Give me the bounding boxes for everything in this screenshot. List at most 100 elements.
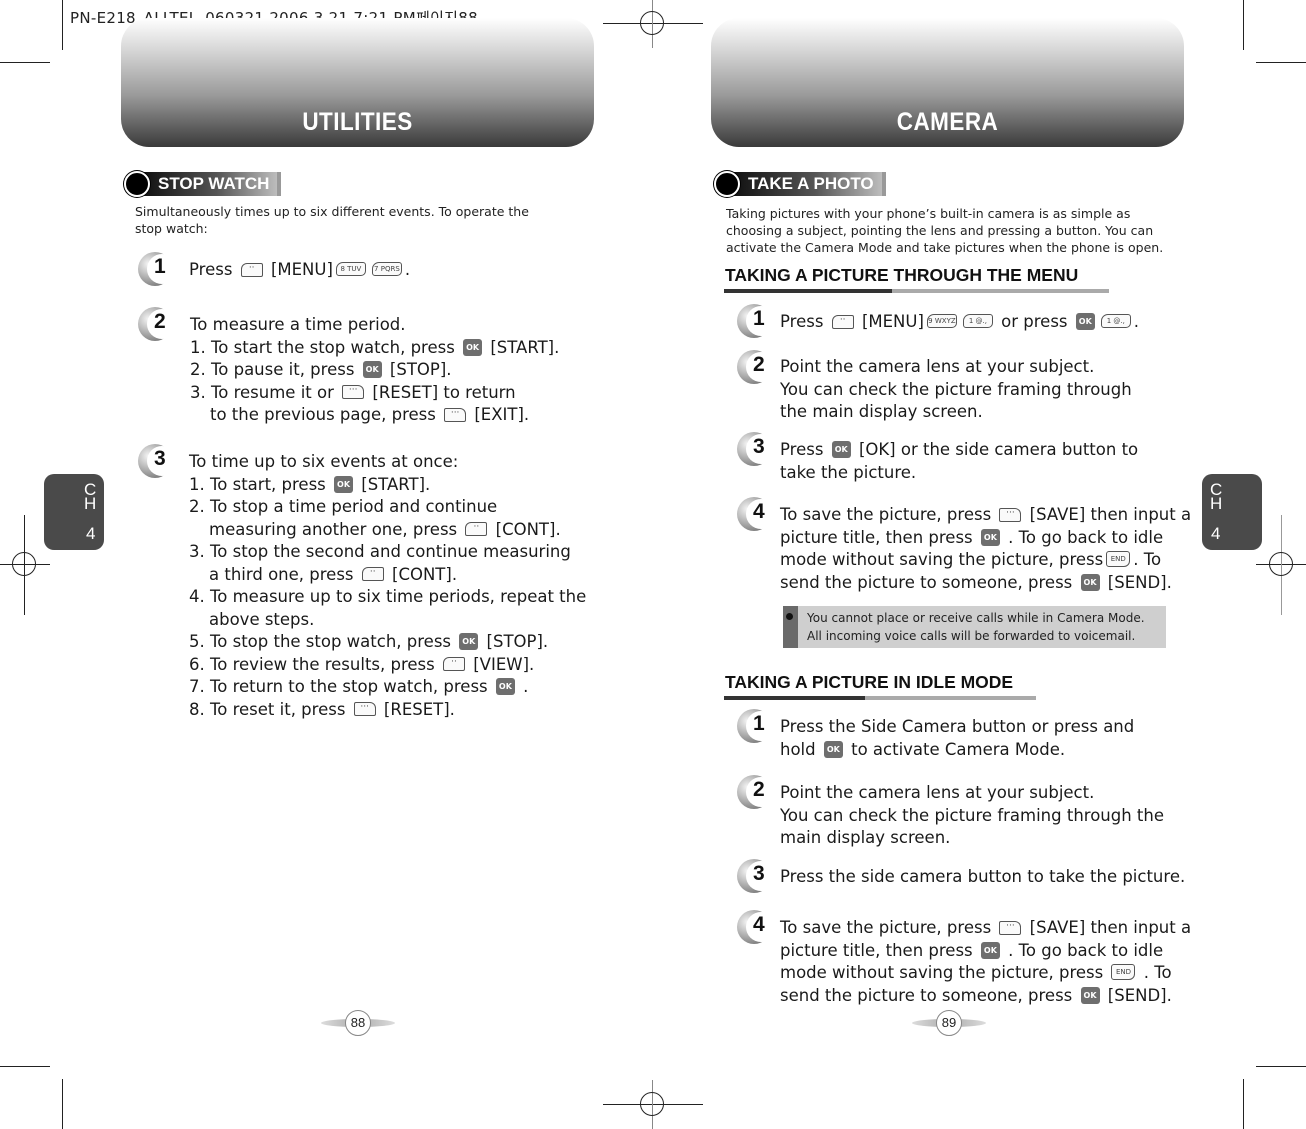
- bullet-dot-icon: [124, 171, 150, 197]
- menu-step-2-text: Point the camera lens at your subject. Y…: [780, 356, 1132, 424]
- chapter-letter-h: H: [84, 494, 97, 513]
- end-key-icon: END: [1106, 550, 1131, 567]
- key-7-icon: 7 PQRS: [371, 261, 402, 276]
- crop-mark: [1243, 0, 1244, 50]
- soft-right-key-icon: ···: [999, 920, 1022, 935]
- ok-key-icon: OK: [1080, 573, 1100, 591]
- chapter-number: 4: [86, 524, 96, 543]
- menu-step-1-text: Press ·· [MENU] 9 WXYZ 1 @., or press OK 1 …: [780, 311, 1139, 334]
- soft-right-key-icon: ···: [444, 407, 467, 422]
- line-text: To save the picture, press: [780, 918, 992, 937]
- line-text: [CONT].: [392, 564, 458, 584]
- step-line: Point the camera lens at your subject.: [780, 357, 1095, 376]
- crop-mark: [1256, 1066, 1306, 1067]
- intro-line: Taking pictures with your phone’s built-…: [726, 206, 1131, 221]
- ok-key-icon: OK: [334, 475, 354, 493]
- ok-key-icon: OK: [831, 441, 851, 458]
- line-text: [CONT].: [495, 519, 561, 539]
- step-line: 8. To reset it, press ··· [RESET].: [189, 699, 586, 722]
- crop-mark: [62, 1079, 63, 1129]
- line-text: [SAVE] then input a: [1029, 918, 1192, 937]
- step-line: You can check the picture framing throug…: [780, 805, 1165, 825]
- line-text: picture title, then press: [780, 940, 973, 960]
- line-text: mode without saving the picture, press: [780, 550, 1104, 569]
- chapter-number: 4: [1211, 524, 1221, 543]
- idle-step-2-text: Point the camera lens at your subject. Y…: [780, 782, 1164, 850]
- step-line: To save the picture, press ··· [SAVE] th…: [780, 504, 1191, 527]
- crop-mark: [1256, 62, 1306, 63]
- step-line: hold OK to activate Camera Mode.: [780, 739, 1134, 762]
- step-number: 2: [154, 310, 166, 333]
- step-line: 7. To return to the stop watch, press OK…: [189, 676, 586, 699]
- note-line: All incoming voice calls will be forward…: [807, 629, 1136, 643]
- section-title-pill: TAKE A PHOTO: [714, 171, 886, 197]
- line-text: or press: [1001, 312, 1068, 331]
- line-text: [STOP].: [486, 632, 549, 651]
- step-number-badge: 3: [737, 432, 777, 472]
- pill-end-cap: [881, 172, 886, 196]
- page-number: 89: [936, 1010, 962, 1036]
- step-number: 2: [753, 778, 765, 801]
- note-line: You cannot place or receive calls while …: [807, 611, 1145, 625]
- chapter-letter-h: H: [1210, 494, 1223, 513]
- subheading-underline: [724, 696, 1036, 700]
- step-line: Point the camera lens at your subject.: [780, 783, 1095, 802]
- key-1-icon: 1 @.,: [1100, 313, 1131, 328]
- line-text: .: [1133, 312, 1140, 331]
- step-line: 4. To measure up to six time periods, re…: [189, 587, 587, 606]
- line-text: send the picture to someone, press: [780, 985, 1073, 1005]
- idle-step-1-text: Press the Side Camera button or press an…: [780, 716, 1134, 761]
- ok-key-icon: OK: [980, 941, 1000, 959]
- section-title: TAKE A PHOTO: [734, 172, 882, 196]
- line-text: [START].: [361, 474, 431, 494]
- step-line: mode without saving the picture, press E…: [780, 962, 1191, 985]
- step-line: to the previous page, press ··· [EXIT].: [190, 404, 559, 427]
- page-number-89: 89: [912, 1010, 986, 1036]
- step-line: main display screen.: [780, 828, 951, 847]
- step-line: 1. To start the stop watch, press OK [ST…: [190, 337, 559, 360]
- step-number-badge: 1: [737, 304, 777, 344]
- step-line: To measure a time period.: [190, 315, 406, 334]
- section-title: STOP WATCH: [144, 172, 278, 196]
- line-text: To save the picture, press: [780, 505, 992, 524]
- line-text: 5. To stop the stop watch, press: [189, 632, 452, 651]
- step-line: 2. To pause it, press OK [STOP].: [190, 359, 559, 382]
- line-text: 1. To start the stop watch, press: [190, 337, 455, 357]
- note-side-bar: [783, 606, 798, 648]
- note-box: You cannot place or receive calls while …: [783, 606, 1166, 648]
- step-3-text: To time up to six events at once: 1. To …: [189, 451, 586, 721]
- subheading-idle: TAKING A PICTURE IN IDLE MODE: [725, 672, 1014, 692]
- line-text: hold: [780, 739, 816, 759]
- step-text: [MENU]: [270, 260, 333, 279]
- crop-mark: [0, 1066, 50, 1067]
- line-text: measuring another one, press: [209, 519, 458, 539]
- line-text: picture title, then press: [780, 527, 973, 547]
- step-line: 3. To resume it or ··· [RESET] to return: [190, 382, 559, 405]
- line-text: 2. To pause it, press: [190, 360, 355, 379]
- step-number: 3: [753, 435, 765, 458]
- ok-key-icon: OK: [459, 633, 479, 650]
- line-text: 6. To review the results, press: [189, 654, 435, 674]
- line-text: [SEND].: [1107, 572, 1172, 592]
- step-number-badge: 4: [737, 910, 777, 950]
- step-line: 3. To stop the second and continue measu…: [189, 542, 571, 561]
- line-text: [STOP].: [389, 360, 452, 379]
- line-text: .: [523, 677, 529, 696]
- line-text: [RESET].: [383, 699, 455, 719]
- menu-step-4-text: To save the picture, press ··· [SAVE] th…: [780, 504, 1191, 594]
- step-number-badge: 4: [737, 497, 777, 537]
- line-text: . To go back to idle: [1008, 527, 1164, 547]
- page-title: UTILITIES: [302, 108, 413, 136]
- line-text: [SAVE] then input a: [1029, 505, 1192, 524]
- step-line: 1. To start, press OK [START].: [189, 474, 586, 497]
- line-text: 3. To resume it or: [190, 382, 334, 402]
- ok-key-icon: OK: [495, 678, 515, 695]
- step-number: 2: [753, 353, 765, 376]
- chapter-tab: C H 4: [1202, 474, 1262, 550]
- step-line: picture title, then press OK . To go bac…: [780, 527, 1191, 550]
- ok-key-icon: OK: [823, 740, 843, 758]
- line-text: [SEND].: [1107, 985, 1172, 1005]
- line-text: [OK] or the side camera button to: [858, 440, 1139, 459]
- header-banner-camera: CAMERA: [711, 18, 1184, 147]
- section-intro: Simultaneously times up to six different…: [135, 203, 529, 237]
